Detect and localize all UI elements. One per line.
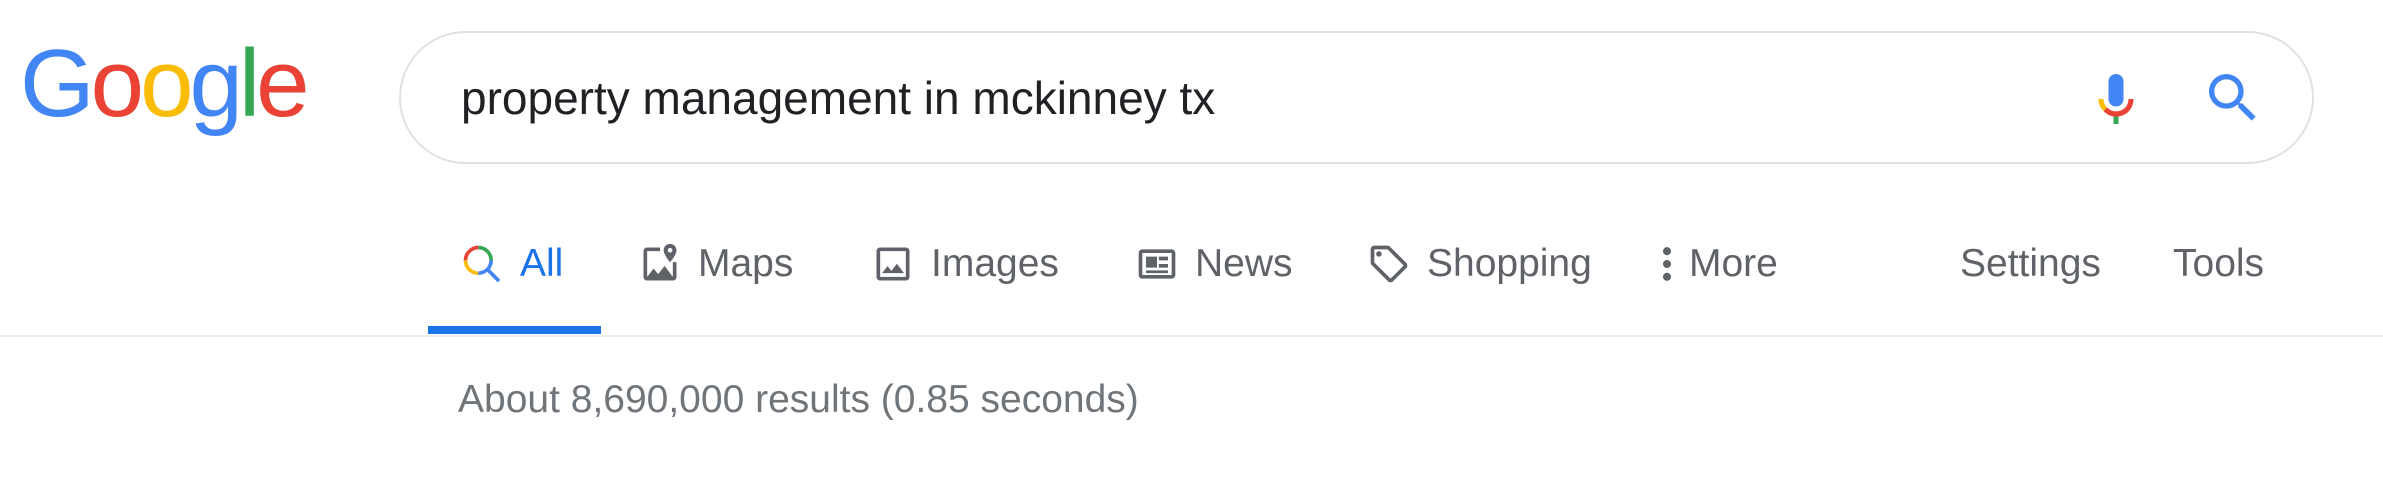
search-multicolor-icon	[463, 245, 501, 283]
google-logo[interactable]: Google	[20, 30, 310, 137]
tab-maps[interactable]: Maps	[638, 218, 793, 334]
tab-label: News	[1195, 242, 1293, 285]
search-results-page: Google All	[0, 0, 2383, 486]
logo-letter: o	[90, 30, 144, 137]
vertical-dots-icon	[1662, 247, 1672, 281]
active-tab-indicator	[428, 326, 601, 334]
search-input[interactable]	[461, 33, 1941, 162]
settings-link[interactable]: Settings	[1960, 218, 2101, 334]
search-box	[399, 31, 2314, 164]
tab-label: Images	[931, 242, 1059, 285]
map-pin-icon	[643, 243, 677, 281]
tab-label: Shopping	[1427, 242, 1592, 285]
tools-link[interactable]: Tools	[2173, 218, 2264, 334]
tabs-divider	[0, 335, 2383, 337]
logo-letter: e	[256, 30, 309, 137]
settings-label: Settings	[1960, 242, 2101, 285]
tab-label: Maps	[698, 242, 794, 285]
logo-letter: o	[140, 30, 193, 137]
tab-label: More	[1689, 242, 1778, 285]
tab-news[interactable]: News	[1135, 218, 1293, 334]
logo-letter: l	[238, 30, 260, 137]
logo-letter: g	[189, 30, 242, 137]
microphone-icon[interactable]	[2086, 67, 2146, 131]
tab-all[interactable]: All	[460, 218, 563, 334]
tools-label: Tools	[2173, 242, 2265, 285]
tag-icon	[1370, 245, 1408, 283]
image-icon	[876, 247, 910, 281]
result-stats: About 8,690,000 results (0.85 seconds)	[458, 378, 1139, 421]
tab-shopping[interactable]: Shopping	[1367, 218, 1592, 334]
logo-letter: G	[20, 30, 95, 137]
tab-more[interactable]: More	[1655, 218, 1778, 334]
tab-images[interactable]: Images	[871, 218, 1059, 334]
tab-label: All	[520, 242, 564, 285]
magnifier-icon[interactable]	[2201, 66, 2265, 130]
newspaper-icon	[1138, 249, 1176, 279]
